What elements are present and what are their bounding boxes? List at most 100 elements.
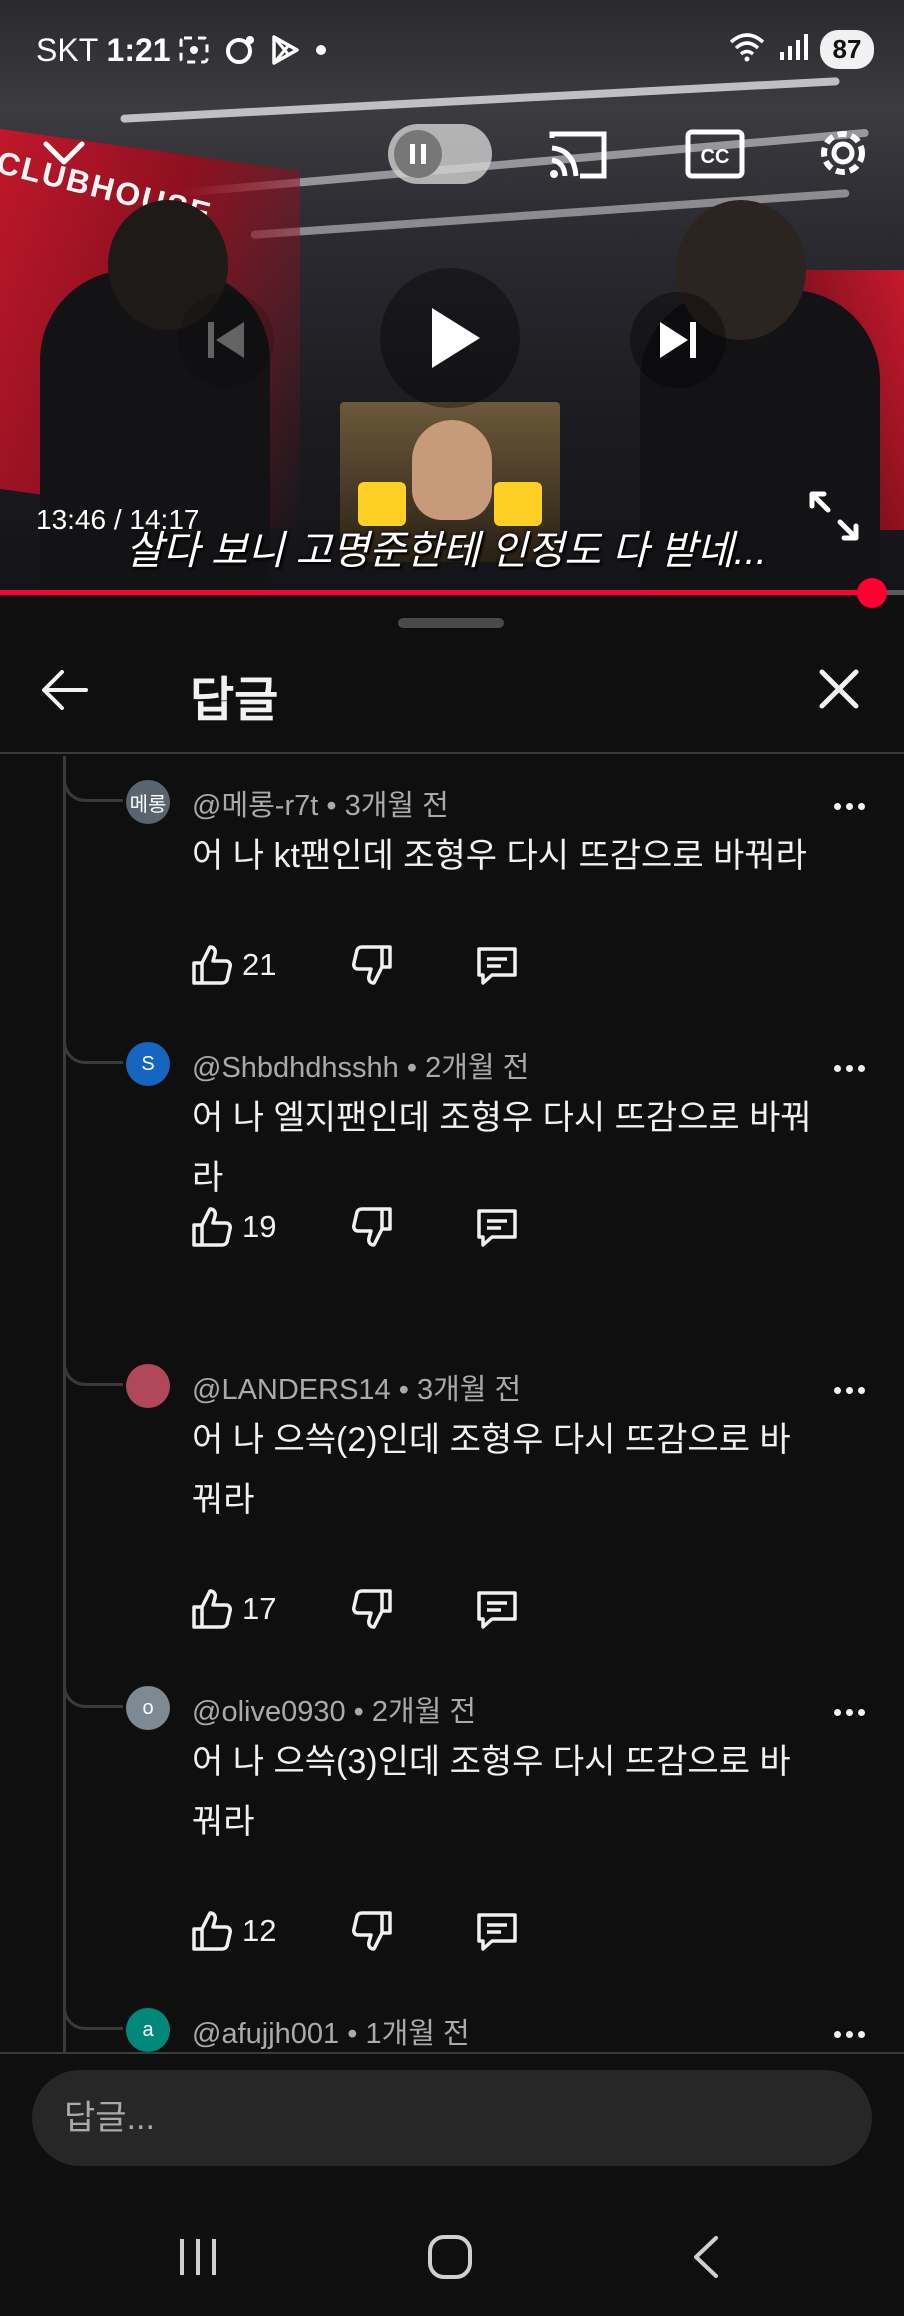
reply-text: 어 나 으쓱(3)인데 조형우 다시 뜨감으로 바꿔라 <box>192 1743 791 1841</box>
reply-age: 3개월 전 <box>344 790 449 822</box>
fullscreen-button[interactable] <box>806 488 862 544</box>
more-options-button[interactable] <box>824 786 874 826</box>
next-icon <box>660 322 696 358</box>
avatar[interactable] <box>126 1364 170 1408</box>
avatar-initial: 메롱 <box>129 793 167 816</box>
comment-icon <box>477 1591 517 1629</box>
clock: 1:21 <box>106 32 171 68</box>
thumbs-up-icon <box>192 945 232 985</box>
reply-connector <box>63 1018 123 1064</box>
more-options-button[interactable] <box>824 1692 874 1732</box>
reply-button[interactable] <box>474 1587 520 1631</box>
like-count: 19 <box>242 1209 277 1244</box>
like-button[interactable]: 19 <box>190 1205 304 1249</box>
cast-button[interactable] <box>546 126 610 182</box>
reply-connector <box>63 1340 123 1386</box>
previous-button[interactable] <box>178 292 274 388</box>
more-options-button[interactable] <box>824 1370 874 1410</box>
play-icon <box>432 308 480 368</box>
reply-button[interactable] <box>474 943 520 987</box>
reply-thread[interactable]: 메롱 @메롱-r7t • 3개월 전어 나 kt팬인데 조형우 다시 뜨감으로 바… <box>0 756 904 2052</box>
reply-input[interactable] <box>32 2070 872 2166</box>
close-icon <box>819 669 859 709</box>
reply-age: 2개월 전 <box>425 1052 530 1084</box>
play-button[interactable] <box>380 268 520 408</box>
like-button[interactable]: 21 <box>190 943 304 987</box>
reply-age: 3개월 전 <box>416 1374 522 1406</box>
reply-author[interactable]: @afujjh001 <box>192 2018 339 2050</box>
more-dot <box>833 1386 841 1394</box>
close-button[interactable] <box>814 664 864 714</box>
next-button[interactable] <box>630 292 726 388</box>
more-dot <box>857 802 865 810</box>
more-dot <box>833 1064 841 1072</box>
more-dot <box>845 2030 853 2038</box>
home-icon <box>428 2235 472 2279</box>
reply-item: @LANDERS14 • 3개월 전어 나 으쓱(2)인데 조형우 다시 뜨감으… <box>0 1340 904 1638</box>
reply-actions: 12 <box>190 1906 520 1956</box>
like-button[interactable]: 17 <box>190 1587 304 1631</box>
more-options-button[interactable] <box>824 2014 874 2052</box>
more-options-button[interactable] <box>824 1048 874 1088</box>
comment-icon <box>477 1913 517 1951</box>
reply-author[interactable]: @LANDERS14 <box>192 1374 391 1406</box>
reply-item: a @afujjh001 • 1개월 전 <box>0 1984 904 2052</box>
reply-connector <box>63 1984 123 2030</box>
like-button[interactable]: 12 <box>190 1909 304 1953</box>
reply-author[interactable]: @메롱-r7t <box>192 790 318 822</box>
nav-back-button[interactable] <box>676 2230 736 2284</box>
thumbs-down-icon <box>352 945 392 985</box>
dislike-button[interactable] <box>350 1587 394 1631</box>
settings-button[interactable] <box>812 122 874 184</box>
reply-button[interactable] <box>474 1909 520 1953</box>
collapse-button[interactable] <box>36 132 92 172</box>
avatar-initial: S <box>141 1052 155 1075</box>
status-time: SKT 1:21 <box>36 32 171 69</box>
avatar[interactable]: 메롱 <box>126 780 170 824</box>
system-nav-bar <box>0 2200 904 2316</box>
arrow-left-icon <box>42 670 88 710</box>
thumbs-down-icon <box>352 1589 392 1629</box>
progress-bar[interactable] <box>0 590 904 595</box>
reply-actions: 17 <box>190 1584 520 1634</box>
more-dot <box>833 802 841 810</box>
thumbs-down-icon <box>352 1207 392 1247</box>
camera-icon <box>224 34 256 71</box>
reply-age: 1개월 전 <box>365 2018 470 2050</box>
reply-button[interactable] <box>474 1205 520 1249</box>
signal-icon <box>778 32 808 67</box>
dislike-button[interactable] <box>350 1205 394 1249</box>
home-button[interactable] <box>420 2230 480 2284</box>
previous-icon <box>208 322 244 358</box>
reply-author[interactable]: @Shbdhdhsshh <box>192 1052 399 1084</box>
dislike-button[interactable] <box>350 943 394 987</box>
avatar[interactable]: S <box>126 1042 170 1086</box>
tv-face <box>412 420 492 520</box>
thumbs-up-icon <box>192 1207 232 1247</box>
thumbs-down-icon <box>352 1911 392 1951</box>
dislike-button[interactable] <box>350 1909 394 1953</box>
avatar[interactable]: o <box>126 1686 170 1730</box>
recent-apps-icon <box>180 2239 216 2275</box>
avatar[interactable]: a <box>126 2008 170 2052</box>
reply-author[interactable]: @olive0930 <box>192 1696 346 1728</box>
cc-icon: CC <box>685 129 745 179</box>
reply-meta: @afujjh001 • 1개월 전 <box>192 2018 470 2050</box>
back-icon <box>694 2236 718 2278</box>
reply-meta: @메롱-r7t • 3개월 전 <box>192 790 449 822</box>
reply-text: 어 나 엘지팬인데 조형우 다시 뜨감으로 바꿔라 <box>192 1099 812 1197</box>
captions-button[interactable]: CC <box>684 126 746 182</box>
comment-icon <box>477 1209 517 1247</box>
reply-item: o @olive0930 • 2개월 전어 나 으쓱(3)인데 조형우 다시 뜨감… <box>0 1662 904 1960</box>
avatar-initial: a <box>142 2018 154 2041</box>
drag-handle[interactable] <box>398 618 504 628</box>
cast-icon <box>549 131 607 179</box>
like-count: 12 <box>242 1913 277 1948</box>
back-button[interactable] <box>36 660 96 720</box>
autoplay-toggle[interactable] <box>388 124 492 184</box>
recent-apps-button[interactable] <box>168 2230 228 2284</box>
wifi-icon <box>728 32 766 67</box>
more-dot <box>845 1386 853 1394</box>
carrier-label: SKT <box>36 32 98 68</box>
avatar-initial: o <box>142 1696 154 1719</box>
